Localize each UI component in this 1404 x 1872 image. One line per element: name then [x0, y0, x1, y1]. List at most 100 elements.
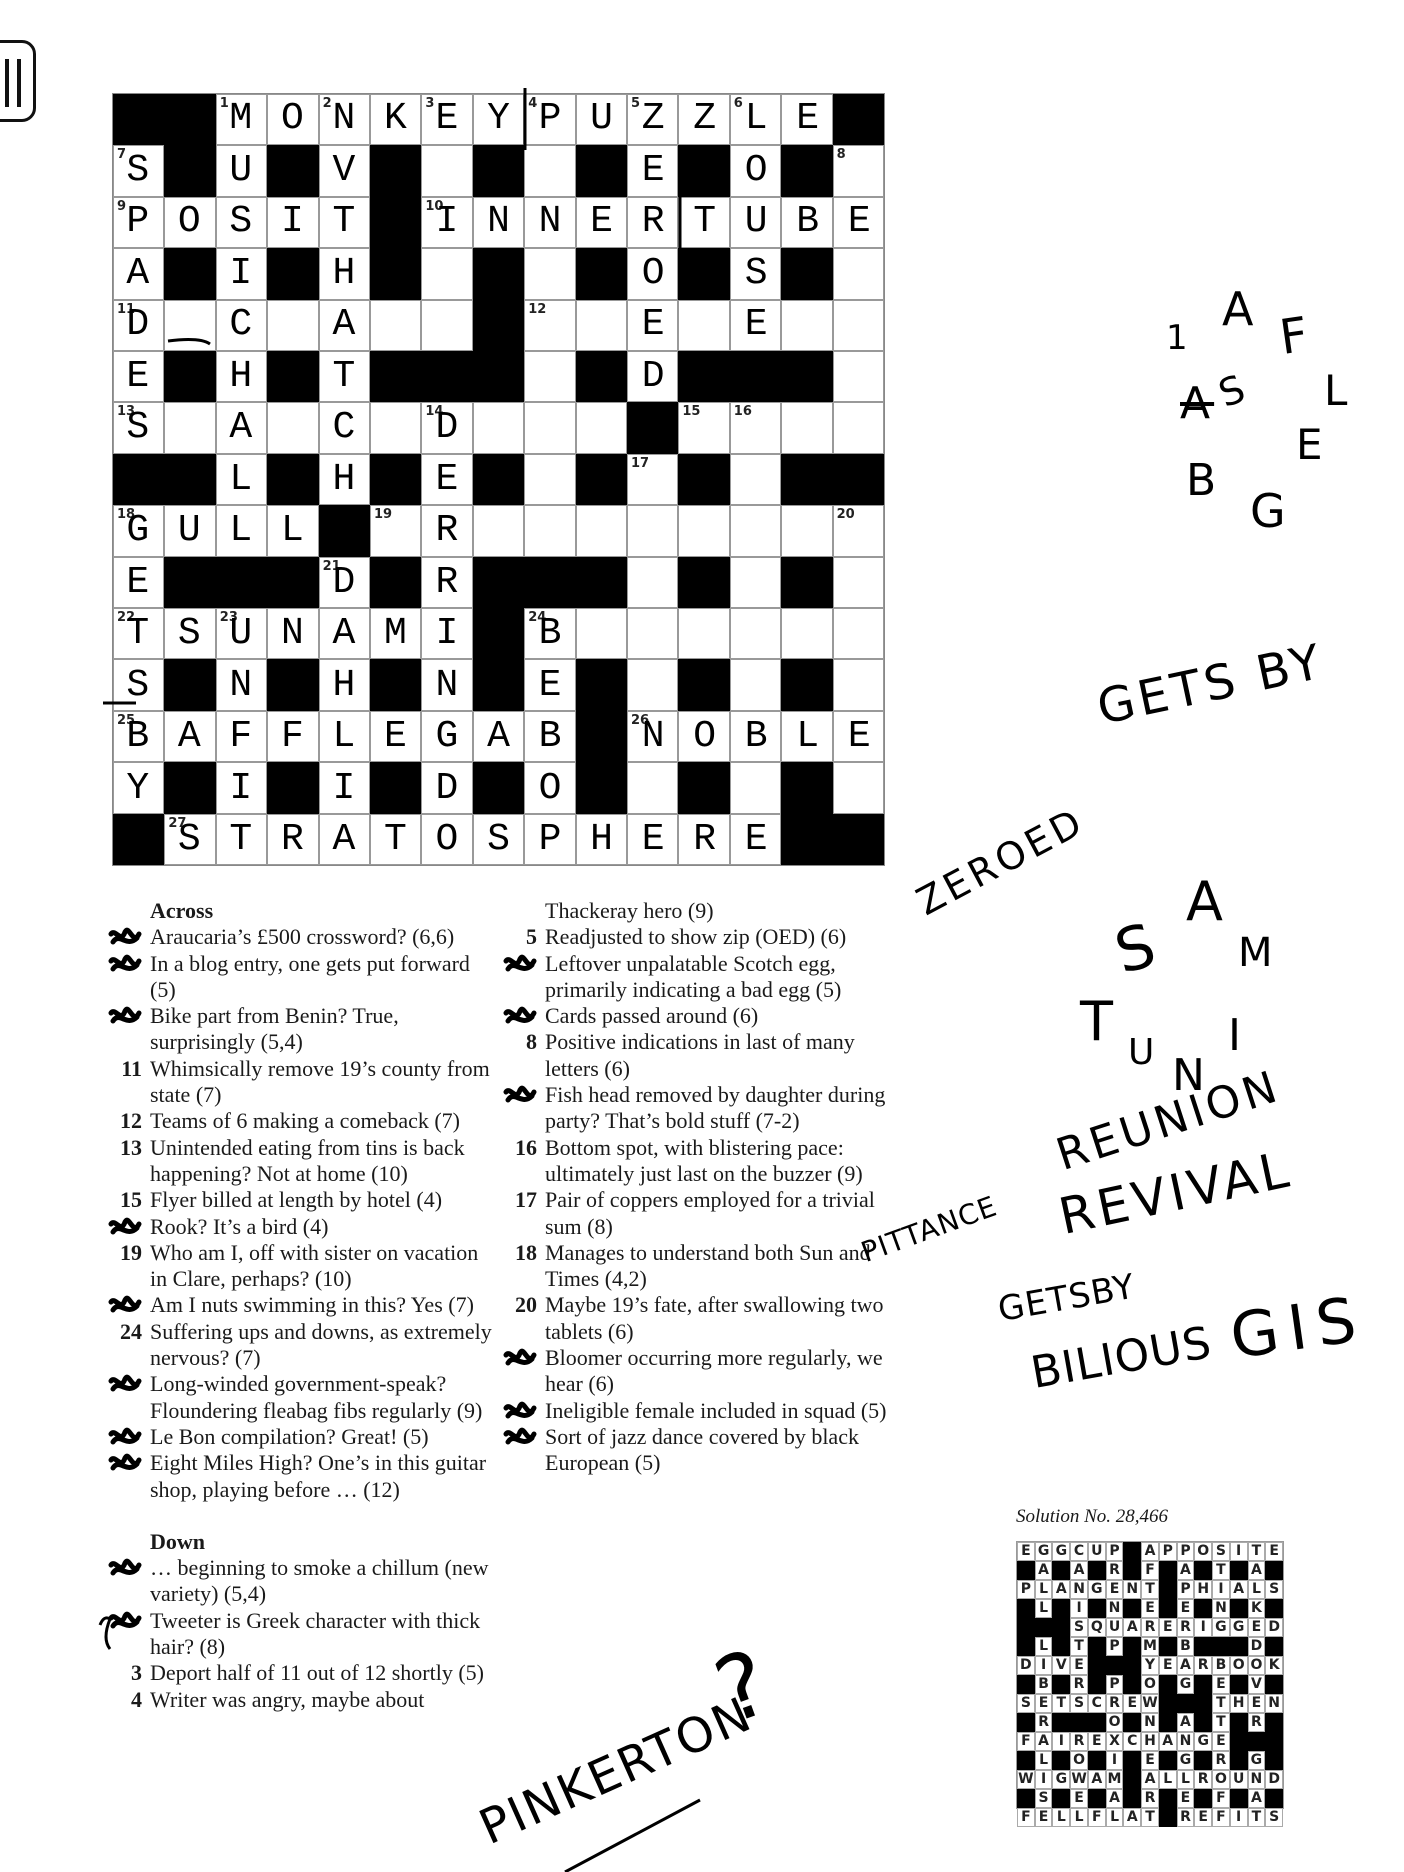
- grid-cell[interactable]: [524, 762, 576, 814]
- clue-item[interactable]: Araucaria’s £500 crossword? (6,6): [105, 924, 495, 950]
- clue-item[interactable]: Bike part from Benin? True, surprisingly…: [105, 1003, 495, 1056]
- grid-cell[interactable]: [524, 196, 576, 249]
- grid-cell[interactable]: [575, 505, 627, 557]
- grid-cell[interactable]: [472, 402, 525, 454]
- grid-cell[interactable]: [318, 299, 370, 351]
- clue-item[interactable]: Fish head removed by daughter during par…: [500, 1082, 890, 1135]
- grid-cell[interactable]: [729, 453, 782, 506]
- clue-item[interactable]: Am I nuts swimming in this? Yes (7): [105, 1292, 495, 1318]
- grid-cell[interactable]: [472, 196, 525, 249]
- grid-cell[interactable]: [781, 608, 833, 660]
- grid-cell[interactable]: [781, 196, 833, 249]
- grid-cell[interactable]: 13: [113, 402, 165, 454]
- grid-cell[interactable]: [164, 196, 216, 249]
- clue-item[interactable]: 24 Suffering ups and downs, as extremely …: [105, 1319, 495, 1372]
- grid-cell[interactable]: 26: [627, 710, 679, 763]
- grid-cell[interactable]: [215, 659, 268, 711]
- grid-cell[interactable]: [678, 608, 730, 660]
- grid-cell[interactable]: [113, 351, 165, 403]
- grid-cell[interactable]: [832, 710, 884, 763]
- grid-cell[interactable]: [678, 505, 730, 557]
- grid-cell[interactable]: 24: [524, 608, 576, 660]
- grid-cell[interactable]: [729, 762, 782, 814]
- grid-cell[interactable]: [627, 351, 679, 403]
- grid-cell[interactable]: [575, 94, 627, 146]
- grid-cell[interactable]: [421, 248, 473, 300]
- grid-cell[interactable]: [627, 813, 679, 865]
- grid-cell[interactable]: [575, 402, 627, 454]
- grid-cell[interactable]: 16: [729, 402, 782, 454]
- grid-cell[interactable]: [267, 196, 319, 249]
- clue-item[interactable]: Bloomer occurring more regularly, we hea…: [500, 1345, 890, 1398]
- grid-cell[interactable]: [524, 710, 576, 763]
- grid-cell[interactable]: [627, 145, 679, 197]
- grid-cell[interactable]: 14: [421, 402, 473, 454]
- grid-cell[interactable]: [164, 608, 216, 660]
- clue-item[interactable]: 13 Unintended eating from tins is back ha…: [105, 1135, 495, 1188]
- grid-cell[interactable]: [678, 196, 730, 249]
- grid-cell[interactable]: [832, 608, 884, 660]
- grid-cell[interactable]: [318, 608, 370, 660]
- grid-cell[interactable]: [370, 710, 422, 763]
- grid-cell[interactable]: [421, 608, 473, 660]
- grid-cell[interactable]: [524, 659, 576, 711]
- clue-item[interactable]: 18 Manages to understand both Sun and Tim…: [500, 1240, 890, 1293]
- clue-item[interactable]: Tweeter is Greek character with thick ha…: [105, 1608, 495, 1661]
- grid-cell[interactable]: [164, 299, 216, 351]
- grid-cell[interactable]: [113, 659, 165, 711]
- grid-cell[interactable]: [318, 402, 370, 454]
- grid-cell[interactable]: 12: [524, 299, 576, 351]
- grid-cell[interactable]: [832, 402, 884, 454]
- grid-cell[interactable]: [472, 505, 525, 557]
- clue-item[interactable]: Leftover unpalatable Scotch egg, primari…: [500, 951, 890, 1004]
- clue-item[interactable]: 11 Whimsically remove 19’s county from st…: [105, 1056, 495, 1109]
- clue-item[interactable]: 19 Who am I, off with sister on vacation …: [105, 1240, 495, 1293]
- grid-cell[interactable]: 1: [215, 94, 268, 146]
- grid-cell[interactable]: 11: [113, 299, 165, 351]
- grid-cell[interactable]: 25: [113, 710, 165, 763]
- clue-item[interactable]: 17 Pair of coppers employed for a trivial…: [500, 1187, 890, 1240]
- clue-item[interactable]: In a blog entry, one gets put forward (5…: [105, 951, 495, 1004]
- clue-item[interactable]: Thackeray hero (9): [500, 898, 890, 924]
- crossword-grid[interactable]: 1 2 3 4 5 6 7 8 9 10 11 12 13 14 15 16 17 18 19 20 21 22 23 24 2…: [112, 93, 885, 866]
- grid-cell[interactable]: [318, 196, 370, 249]
- grid-cell[interactable]: [575, 196, 627, 249]
- grid-cell[interactable]: [832, 196, 884, 249]
- grid-cell[interactable]: 27: [164, 813, 216, 865]
- grid-cell[interactable]: 2: [318, 94, 370, 146]
- grid-cell[interactable]: 9: [113, 196, 165, 249]
- grid-cell[interactable]: [575, 608, 627, 660]
- clue-item[interactable]: Rook? It’s a bird (4): [105, 1214, 495, 1240]
- grid-cell[interactable]: [113, 762, 165, 814]
- grid-cell[interactable]: 18: [113, 505, 165, 557]
- clue-item[interactable]: 16 Bottom spot, with blistering pace: ult…: [500, 1135, 890, 1188]
- grid-cell[interactable]: [215, 196, 268, 249]
- grid-cell[interactable]: [729, 299, 782, 351]
- grid-cell[interactable]: [267, 710, 319, 763]
- grid-cell[interactable]: [113, 248, 165, 300]
- grid-cell[interactable]: [318, 659, 370, 711]
- grid-cell[interactable]: [575, 813, 627, 865]
- grid-cell[interactable]: [370, 402, 422, 454]
- grid-cell[interactable]: [421, 505, 473, 557]
- clue-item[interactable]: 8 Positive indications in last of many le…: [500, 1029, 890, 1082]
- grid-cell[interactable]: [267, 813, 319, 865]
- clue-item[interactable]: 4 Writer was angry, maybe about: [105, 1687, 495, 1713]
- clue-item[interactable]: Le Bon compilation? Great! (5): [105, 1424, 495, 1450]
- grid-cell[interactable]: [729, 813, 782, 865]
- grid-cell[interactable]: [781, 402, 833, 454]
- grid-cell[interactable]: 21: [318, 556, 370, 608]
- grid-cell[interactable]: [215, 762, 268, 814]
- grid-cell[interactable]: [267, 608, 319, 660]
- grid-cell[interactable]: [318, 453, 370, 506]
- grid-cell[interactable]: [627, 556, 679, 608]
- grid-cell[interactable]: [729, 505, 782, 557]
- grid-cell[interactable]: [370, 813, 422, 865]
- grid-cell[interactable]: [215, 813, 268, 865]
- clue-item[interactable]: Ineligible female included in squad (5): [500, 1398, 890, 1424]
- grid-cell[interactable]: [472, 94, 525, 146]
- grid-cell[interactable]: [370, 608, 422, 660]
- grid-cell[interactable]: 17: [627, 453, 679, 506]
- grid-cell[interactable]: [678, 299, 730, 351]
- grid-cell[interactable]: [318, 710, 370, 763]
